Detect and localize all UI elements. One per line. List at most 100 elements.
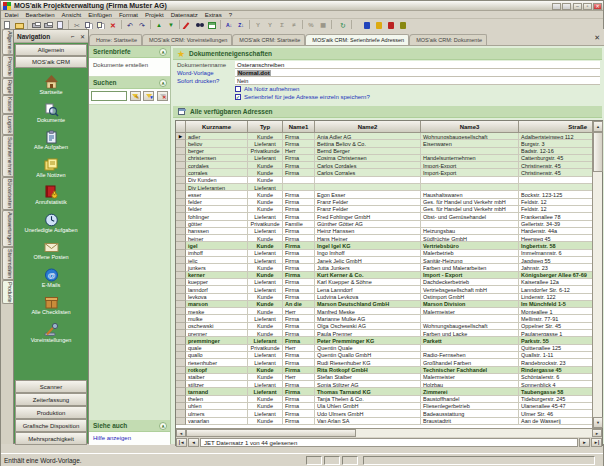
module-tab-logistik[interactable]: Logistik	[2, 114, 13, 135]
table-cell[interactable]: Firma	[283, 213, 315, 220]
filter-clear-button[interactable]: ✕	[157, 91, 168, 101]
vertical-scroll-thumb[interactable]	[593, 132, 603, 172]
table-row[interactable]: felderKundeFirmaFranz FelderGes. für Han…	[176, 206, 592, 213]
table-cell[interactable]: vanarlan	[186, 418, 248, 425]
table-cell[interactable]: Gellertstr. 34-39	[519, 221, 592, 228]
table-cell[interactable]: Lieferant	[248, 228, 283, 235]
horizontal-scrollbar[interactable]: ◄ ►	[176, 428, 602, 437]
table-cell[interactable]: Lieferant	[248, 279, 283, 286]
table-cell[interactable]: Firma	[283, 403, 315, 410]
table-cell[interactable]: Firma	[283, 206, 315, 213]
table-row[interactable]: lanndorfLieferantFirmaLena LanndorfVertr…	[176, 286, 592, 293]
row-selector[interactable]	[176, 264, 186, 271]
table-cell[interactable]: Herr	[283, 148, 315, 155]
menu-datei[interactable]: Datei	[1, 11, 22, 18]
row-selector[interactable]	[176, 345, 186, 352]
table-cell[interactable]: quallo	[186, 352, 248, 359]
table-cell[interactable]	[315, 177, 421, 184]
table-row[interactable]: premmingerLieferantFirmaPeter Premminger…	[176, 337, 592, 344]
table-cell[interactable]: Janek Jelic GmbH	[315, 257, 421, 264]
table-cell[interactable]: prenner	[186, 330, 248, 337]
table-cell[interactable]: felder	[186, 206, 248, 213]
table-cell[interactable]: Firma	[283, 272, 315, 279]
table-cell[interactable]: Heinz Hanssen	[315, 228, 421, 235]
search-input[interactable]	[91, 91, 127, 101]
table-cell[interactable]: Herr	[283, 374, 315, 381]
row-selector[interactable]	[176, 359, 186, 366]
row-selector[interactable]	[176, 352, 186, 359]
column-header-kurzname[interactable]: Kurzname	[186, 121, 248, 133]
table-cell[interactable]: Bockstr. 123-125	[519, 191, 592, 198]
nav-item-unerledigte-aufgaben[interactable]: Unerledigte Aufgaben	[15, 211, 87, 239]
table-cell[interactable]: Günther Götter AG	[315, 221, 421, 228]
table-cell[interactable]: Feldstr. 12	[519, 199, 592, 206]
checkbox[interactable]	[235, 86, 241, 92]
menu-bearbeiten[interactable]: Bearbeiten	[22, 11, 58, 18]
table-row[interactable]: riesenhuberLieferantFirmaRudi Riesenhube…	[176, 359, 592, 366]
row-selector[interactable]	[176, 374, 186, 381]
row-selector[interactable]	[176, 184, 186, 191]
table-cell[interactable]: Schöntalerstr. 6	[519, 374, 592, 381]
table-cell[interactable]: Firma	[283, 286, 315, 293]
table-cell[interactable]: Taubengasse 58	[519, 388, 592, 395]
table-cell[interactable]: Firma	[283, 235, 315, 242]
table-cell[interactable]: Div Kunden	[186, 177, 248, 184]
pin-icon[interactable]: ⌐	[71, 33, 76, 40]
table-cell[interactable]: Malermeister	[421, 308, 519, 315]
table-cell[interactable]: Parkett	[421, 337, 519, 344]
mdi-minimize-button[interactable]	[552, 3, 561, 10]
table-cell[interactable]: Christinenstr. 45	[519, 162, 592, 169]
collapse-icon[interactable]: ∧	[159, 422, 167, 430]
scroll-left-icon[interactable]: ◄	[176, 429, 186, 437]
table-cell[interactable]: oschewski	[186, 323, 248, 330]
table-cell[interactable]: Kunde	[248, 199, 283, 206]
table-cell[interactable]: Paulanergasse 1	[519, 330, 592, 337]
table-cell[interactable]: Burgstr. 3	[519, 140, 592, 147]
table-cell[interactable]	[421, 221, 519, 228]
table-cell[interactable]: Cattenburgstr. 45	[519, 155, 592, 162]
table-row[interactable]: imhoffLieferantFirmaIngo ImhoffMalerbetr…	[176, 250, 592, 257]
table-cell[interactable]: Egon Esser	[315, 191, 421, 198]
table-cell[interactable]: Südfrüchte GmbH	[421, 235, 519, 242]
table-row[interactable]: felderKundeFirmaFranz FelderGes. für Han…	[176, 199, 592, 206]
table-cell[interactable]: mulke	[186, 315, 248, 322]
table-cell[interactable]: Import - Export	[421, 272, 519, 279]
table-cell[interactable]: Großhandel Farben	[421, 359, 519, 366]
table-row[interactable]: ▶adlerKundeFirmaAnja Adler AGWohnungsbau…	[176, 133, 592, 140]
table-cell[interactable]: Marson Deutschland GmbH	[315, 301, 421, 308]
nav-item-voreinstellungen[interactable]: Voreinstellungen	[15, 321, 87, 349]
table-cell[interactable]: Farben und Lacke	[421, 330, 519, 337]
row-selector[interactable]	[176, 388, 186, 395]
horizontal-scroll-thumb[interactable]	[186, 429, 356, 437]
row-selector[interactable]	[176, 257, 186, 264]
table-cell[interactable]: Mellinstr. 77-91	[519, 315, 592, 322]
table-cell[interactable]: Firma	[283, 381, 315, 388]
table-cell[interactable]: Quentin Quallo GmbH	[315, 352, 421, 359]
table-cell[interactable]: uhlen	[186, 403, 248, 410]
table-row[interactable]: prennerKundeFirmaPaula PrennerFarben und…	[176, 330, 592, 337]
table-cell[interactable]: Kunde	[248, 330, 283, 337]
table-cell[interactable]: Holzbau	[421, 381, 519, 388]
table-cell[interactable]: Handelsunternehmen	[421, 155, 519, 162]
table-cell[interactable]: Anja Adler AG	[315, 133, 421, 140]
table-cell[interactable]: imhoff	[186, 250, 248, 257]
row-selector[interactable]	[176, 315, 186, 322]
table-row[interactable]: corralesKundeFirmaCarlos CorralesImport-…	[176, 169, 592, 176]
scroll-up-icon[interactable]: ▲	[593, 121, 603, 132]
table-cell[interactable]: Quallstr. 1-11	[519, 352, 592, 359]
dokumente-erstellen-link[interactable]: Dokumente erstellen	[93, 62, 148, 68]
row-selector[interactable]	[176, 396, 186, 403]
table-row[interactable]: kernerKundeFirmaKurt Kerner & Co.Import …	[176, 272, 592, 279]
document-tab[interactable]: MOS'aik CRM: Startseite	[232, 34, 305, 45]
table-cell[interactable]: heiner	[186, 235, 248, 242]
filter-edit-button[interactable]: ✎	[130, 91, 141, 101]
table-cell[interactable]: Import-Export	[421, 169, 519, 176]
row-selector[interactable]	[176, 301, 186, 308]
table-cell[interactable]: Lieferant	[248, 250, 283, 257]
table-cell[interactable]: riesenhuber	[186, 359, 248, 366]
table-cell[interactable]: beliov	[186, 140, 248, 147]
row-selector[interactable]	[176, 294, 186, 301]
table-cell[interactable]: Dachdeckerbetrieb	[421, 279, 519, 286]
checkbox[interactable]: ✓	[235, 94, 241, 100]
table-row[interactable]: stiltzerLieferantFirmaSonja Stiltzer AGH…	[176, 381, 592, 388]
